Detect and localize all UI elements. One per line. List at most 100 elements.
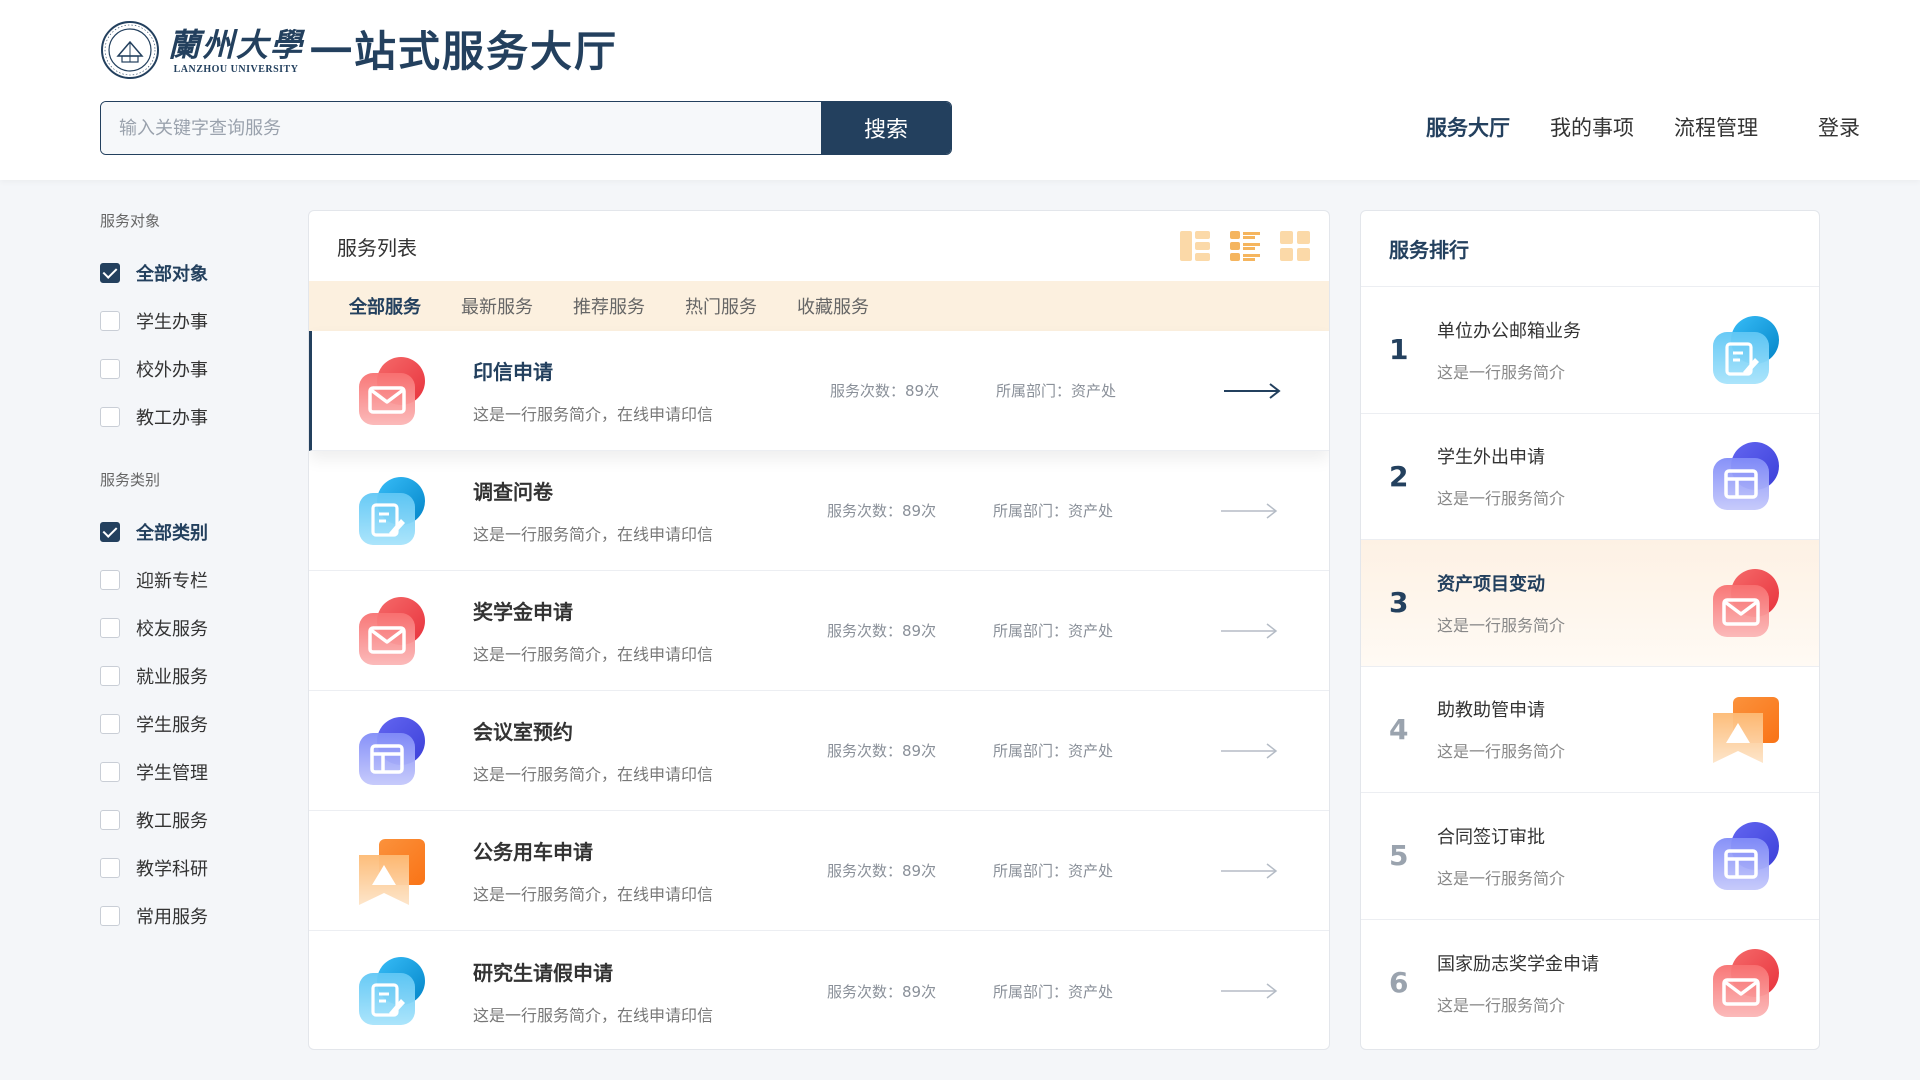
service-count: 服务次数：89次: [830, 382, 940, 400]
ranking-service-name: 资产项目变动: [1437, 573, 1545, 595]
ranking-service-name: 国家励志奖学金申请: [1437, 953, 1599, 975]
rank-number: 1: [1389, 333, 1409, 367]
nav-process-management[interactable]: 流程管理: [1674, 112, 1758, 144]
ranking-row[interactable]: 1 单位办公邮箱业务 这是一行服务简介: [1361, 287, 1819, 414]
service-list-title: 服务列表: [337, 235, 417, 260]
layout-icon: [353, 713, 429, 789]
filter-target-external[interactable]: 校外办事: [100, 345, 300, 393]
service-list-panel: 服务列表 全部服务 最新服务 推荐服务 热门服务 收藏服务 印信申请 这是一行服务…: [308, 210, 1330, 1050]
service-dept: 所属部门：资产处: [993, 622, 1114, 640]
filter-category-student-service[interactable]: 学生服务: [100, 700, 300, 748]
filter-category-welcome[interactable]: 迎新专栏: [100, 556, 300, 604]
search-bar: 搜索: [100, 101, 952, 155]
checkbox[interactable]: [100, 810, 120, 830]
service-row[interactable]: 会议室预约 这是一行服务简介，在线申请印信 服务次数：89次 所属部门：资产处: [309, 691, 1329, 811]
ranking-row[interactable]: 4 助教助管申请 这是一行服务简介: [1361, 667, 1819, 793]
university-logo[interactable]: 蘭州大學 LANZHOU UNIVERSITY: [100, 20, 304, 80]
nav-my-items[interactable]: 我的事项: [1550, 112, 1634, 144]
nav-service-hall[interactable]: 服务大厅: [1426, 112, 1510, 144]
checkbox[interactable]: [100, 618, 120, 638]
service-row[interactable]: 奖学金申请 这是一行服务简介，在线申请印信 服务次数：89次 所属部门：资产处: [309, 571, 1329, 691]
ranking-row[interactable]: 6 国家励志奖学金申请 这是一行服务简介: [1361, 920, 1819, 1047]
service-row[interactable]: 调查问卷 这是一行服务简介，在线申请印信 服务次数：89次 所属部门：资产处: [309, 451, 1329, 571]
filter-category-employment[interactable]: 就业服务: [100, 652, 300, 700]
ranking-row[interactable]: 2 学生外出申请 这是一行服务简介: [1361, 414, 1819, 540]
service-tabs: 全部服务 最新服务 推荐服务 热门服务 收藏服务: [309, 281, 1329, 331]
service-row[interactable]: 研究生请假申请 这是一行服务简介，在线申请印信 服务次数：89次 所属部门：资产处: [309, 931, 1329, 1050]
search-button[interactable]: 搜索: [821, 102, 951, 154]
ranking-row[interactable]: 3 资产项目变动 这是一行服务简介: [1361, 540, 1819, 667]
checkbox[interactable]: [100, 858, 120, 878]
login-link[interactable]: 登录: [1818, 112, 1860, 144]
mail-icon: [353, 353, 429, 429]
university-name-cn: 蘭州大學: [168, 25, 305, 64]
filter-target-student[interactable]: 学生办事: [100, 297, 300, 345]
mail-icon: [1707, 565, 1783, 641]
filter-category-alumni[interactable]: 校友服务: [100, 604, 300, 652]
ribbon-icon: [1707, 691, 1783, 767]
arrow-right-icon[interactable]: [1219, 621, 1279, 641]
filter-label: 校友服务: [136, 619, 208, 640]
ranking-service-desc: 这是一行服务简介: [1437, 742, 1566, 762]
filter-category-staff-service[interactable]: 教工服务: [100, 796, 300, 844]
service-desc: 这是一行服务简介，在线申请印信: [473, 1005, 714, 1025]
edit-document-icon: [353, 473, 429, 549]
filter-label: 教学科研: [136, 859, 208, 880]
checkbox-checked[interactable]: [100, 522, 120, 542]
tab-all-services[interactable]: 全部服务: [349, 293, 421, 319]
arrow-right-icon[interactable]: [1219, 741, 1279, 761]
filter-category-student-management[interactable]: 学生管理: [100, 748, 300, 796]
arrow-right-icon[interactable]: [1219, 981, 1279, 1001]
ranking-service-desc: 这是一行服务简介: [1437, 868, 1566, 888]
filter-category-common[interactable]: 常用服务: [100, 892, 300, 940]
service-count: 服务次数：89次: [827, 742, 937, 760]
ranking-service-name: 学生外出申请: [1437, 447, 1545, 469]
university-name-en: LANZHOU UNIVERSITY: [173, 63, 299, 75]
arrow-right-icon[interactable]: [1219, 861, 1279, 881]
checkbox[interactable]: [100, 359, 120, 379]
filter-category-research[interactable]: 教学科研: [100, 844, 300, 892]
top-nav: 服务大厅 我的事项 流程管理 登录: [1386, 112, 1860, 144]
view-list-icon[interactable]: [1229, 230, 1261, 262]
tab-recommended-services[interactable]: 推荐服务: [573, 293, 645, 319]
checkbox[interactable]: [100, 311, 120, 331]
filter-target-staff[interactable]: 教工办事: [100, 393, 300, 441]
filter-target-all[interactable]: 全部对象: [100, 249, 300, 297]
tab-latest-services[interactable]: 最新服务: [461, 293, 533, 319]
ranking-row[interactable]: 5 合同签订审批 这是一行服务简介: [1361, 793, 1819, 920]
checkbox[interactable]: [100, 570, 120, 590]
ranking-title: 服务排行: [1361, 211, 1819, 287]
layout-icon: [1707, 438, 1783, 514]
view-grid-icon[interactable]: [1279, 230, 1311, 262]
header: 蘭州大學 LANZHOU UNIVERSITY 一站式服务大厅 搜索 服务大厅 …: [0, 0, 1920, 180]
arrow-right-icon[interactable]: [1219, 501, 1279, 521]
checkbox[interactable]: [100, 906, 120, 926]
ranking-service-desc: 这是一行服务简介: [1437, 615, 1566, 635]
tab-popular-services[interactable]: 热门服务: [685, 293, 757, 319]
search-input[interactable]: [101, 102, 821, 154]
checkbox[interactable]: [100, 407, 120, 427]
view-large-icon[interactable]: [1179, 230, 1211, 262]
service-name: 会议室预约: [473, 720, 573, 744]
service-target-title: 服务对象: [100, 212, 161, 230]
filter-label: 全部类别: [136, 523, 208, 544]
rank-number: 6: [1389, 966, 1409, 1000]
ranking-service-desc: 这是一行服务简介: [1437, 995, 1566, 1015]
filter-label: 学生管理: [136, 763, 208, 784]
filter-label: 教工服务: [136, 811, 208, 832]
checkbox[interactable]: [100, 762, 120, 782]
service-category-title: 服务类别: [100, 471, 161, 489]
filter-label: 迎新专栏: [136, 571, 208, 592]
service-row[interactable]: 印信申请 这是一行服务简介，在线申请印信 服务次数：89次 所属部门：资产处: [309, 331, 1329, 451]
checkbox-checked[interactable]: [100, 263, 120, 283]
edit-document-icon: [353, 953, 429, 1029]
filter-category-all[interactable]: 全部类别: [100, 508, 300, 556]
tab-favorite-services[interactable]: 收藏服务: [797, 293, 869, 319]
filter-label: 就业服务: [136, 667, 208, 688]
checkbox[interactable]: [100, 714, 120, 734]
checkbox[interactable]: [100, 666, 120, 686]
service-dept: 所属部门：资产处: [993, 982, 1114, 1001]
service-row[interactable]: 公务用车申请 这是一行服务简介，在线申请印信 服务次数：89次 所属部门：资产处: [309, 811, 1329, 931]
arrow-right-icon[interactable]: [1222, 381, 1282, 401]
service-name: 奖学金申请: [473, 600, 573, 624]
